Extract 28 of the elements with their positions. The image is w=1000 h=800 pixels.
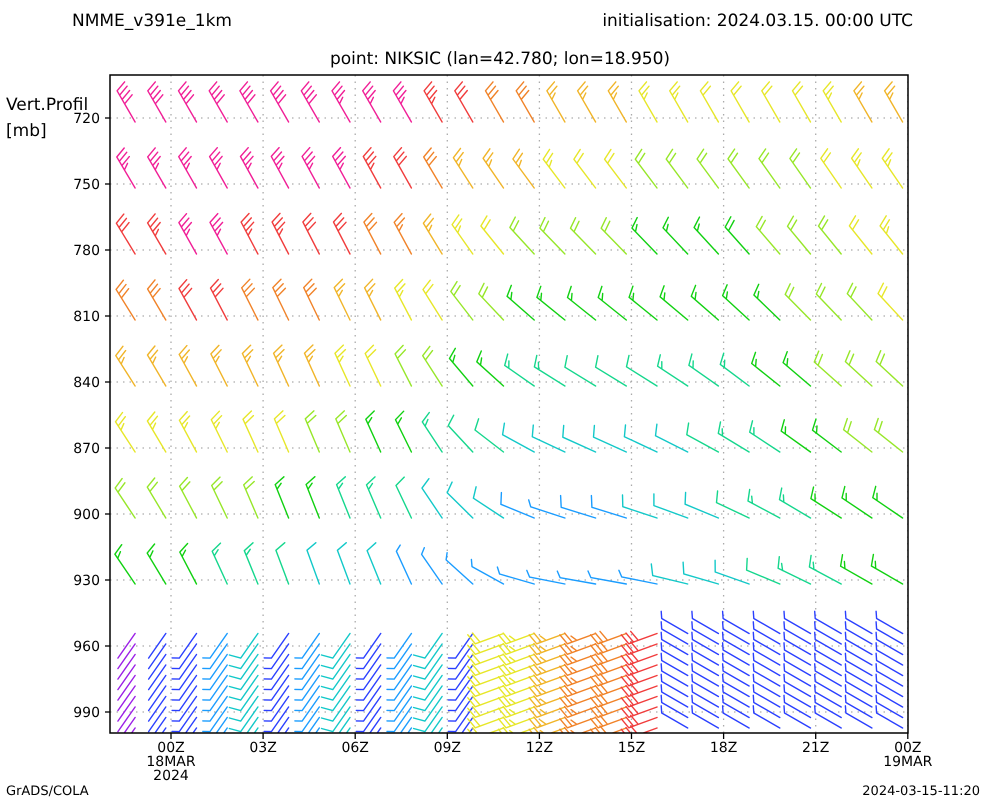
y-tick-label: 780 bbox=[73, 243, 100, 259]
x-tick-label: 06Z bbox=[342, 740, 369, 756]
x-tick-label: 19MAR bbox=[883, 754, 932, 770]
x-tick-label: 00Z bbox=[157, 740, 185, 756]
y-tick-label: 870 bbox=[73, 441, 100, 457]
y-tick-label: 750 bbox=[73, 177, 100, 193]
x-tick-label: 18Z bbox=[710, 740, 738, 756]
software-credit: GrADS/COLA bbox=[6, 784, 89, 799]
y-tick-label: 900 bbox=[73, 507, 100, 523]
x-tick-label: 09Z bbox=[434, 740, 461, 756]
y-tick-label: 930 bbox=[73, 573, 100, 589]
y-axis-label: [mb] bbox=[6, 121, 47, 141]
initialisation-time: initialisation: 2024.03.15. 00:00 UTC bbox=[602, 11, 913, 31]
y-tick-label: 810 bbox=[73, 309, 100, 325]
x-tick-label: 03Z bbox=[249, 740, 277, 756]
x-tick-label: 2024 bbox=[153, 768, 189, 784]
x-tick-label: 18MAR bbox=[146, 754, 196, 770]
point-location: point: NIKSIC (lan=42.780; lon=18.950) bbox=[330, 49, 670, 69]
x-tick-label: 12Z bbox=[526, 740, 554, 756]
y-tick-label: 990 bbox=[73, 705, 100, 721]
x-tick-label: 21Z bbox=[802, 740, 830, 756]
plot-timestamp: 2024-03-15-11:20 bbox=[862, 784, 980, 799]
model-name: NMME_v391e_1km bbox=[72, 11, 232, 31]
x-tick-label: 00Z bbox=[894, 740, 922, 756]
y-tick-label: 960 bbox=[73, 639, 100, 655]
y-tick-label: 720 bbox=[73, 111, 100, 127]
y-tick-label: 840 bbox=[73, 375, 100, 391]
x-tick-label: 15Z bbox=[618, 740, 646, 756]
